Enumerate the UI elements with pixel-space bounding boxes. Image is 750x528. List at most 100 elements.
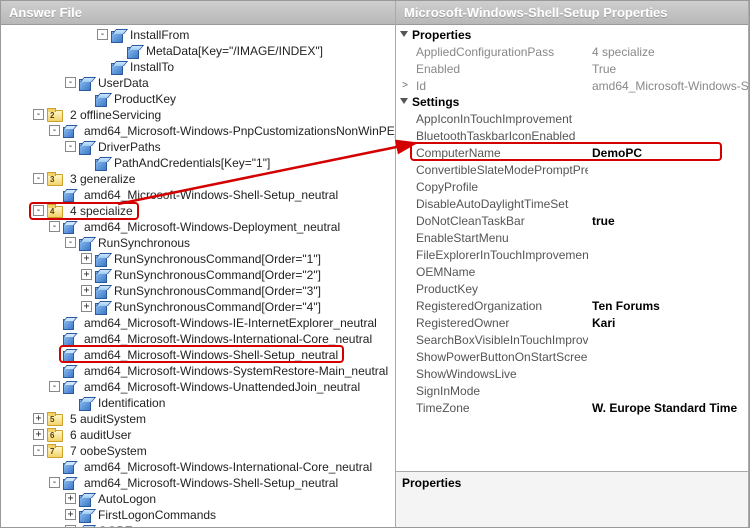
collapse-triangle-icon[interactable] xyxy=(400,98,408,104)
property-row[interactable]: ShowWindowsLive xyxy=(396,365,748,382)
tree-node-label[interactable]: InstallTo xyxy=(128,60,176,74)
tree-node[interactable]: - InstallFrom xyxy=(1,27,395,43)
collapse-icon[interactable]: - xyxy=(49,221,60,232)
property-row[interactable]: AppliedConfigurationPass4 specialize xyxy=(396,43,748,60)
tree-node[interactable]: + RunSynchronousCommand[Order="3"] xyxy=(1,283,395,299)
property-category[interactable]: Settings xyxy=(396,94,748,110)
tree-node[interactable]: PathAndCredentials[Key="1"] xyxy=(1,155,395,171)
tree-node-label[interactable]: amd64_Microsoft-Windows-PnpCustomization… xyxy=(82,124,395,138)
property-row[interactable]: DisableAutoDaylightTimeSet xyxy=(396,195,748,212)
tree-node-label[interactable]: DriverPaths xyxy=(96,140,163,154)
tree-node[interactable]: -33 generalize xyxy=(1,171,395,187)
tree-node[interactable]: - amd64_Microsoft-Windows-UnattendedJoin_… xyxy=(1,379,395,395)
tree-node-label[interactable]: amd64_Microsoft-Windows-Shell-Setup_neut… xyxy=(82,188,340,202)
collapse-icon[interactable]: - xyxy=(49,381,60,392)
row-expander-gutter[interactable]: > xyxy=(396,80,414,91)
tree-node-label[interactable]: Identification xyxy=(96,396,167,410)
tree-node[interactable]: +66 auditUser xyxy=(1,427,395,443)
property-value[interactable]: true xyxy=(588,214,748,228)
property-row[interactable]: RegisteredOwnerKari xyxy=(396,314,748,331)
tree-node[interactable]: + RunSynchronousCommand[Order="1"] xyxy=(1,251,395,267)
tree-node-label[interactable]: amd64_Microsoft-Windows-Shell-Setup_neut… xyxy=(82,476,340,490)
tree-node[interactable]: ProductKey xyxy=(1,91,395,107)
expand-icon[interactable]: + xyxy=(81,269,92,280)
property-row[interactable]: ConvertibleSlateModePromptPreference xyxy=(396,161,748,178)
tree-node[interactable]: amd64_Microsoft-Windows-Shell-Setup_neut… xyxy=(1,347,395,363)
tree-node[interactable]: Identification xyxy=(1,395,395,411)
tree-node-label[interactable]: amd64_Microsoft-Windows-International-Co… xyxy=(82,332,374,346)
property-row[interactable]: EnabledTrue xyxy=(396,60,748,77)
tree-node-label[interactable]: PathAndCredentials[Key="1"] xyxy=(112,156,272,170)
property-row[interactable]: ProductKey xyxy=(396,280,748,297)
tree-node-label[interactable]: 5 auditSystem xyxy=(68,412,148,426)
answer-file-tree[interactable]: - InstallFrom MetaData[Key="/IMAGE/INDEX"]… xyxy=(1,25,395,527)
collapse-icon[interactable]: - xyxy=(97,29,108,40)
tree-node[interactable]: MetaData[Key="/IMAGE/INDEX"] xyxy=(1,43,395,59)
expand-icon[interactable]: + xyxy=(65,525,76,527)
property-row[interactable]: CopyProfile xyxy=(396,178,748,195)
expand-icon[interactable]: + xyxy=(65,509,76,520)
tree-node[interactable]: +RunSynchronousCommand[Order="4"] xyxy=(1,299,395,315)
expand-icon[interactable]: + xyxy=(65,493,76,504)
tree-node-label[interactable]: UserData xyxy=(96,76,151,90)
tree-node-label[interactable]: MetaData[Key="/IMAGE/INDEX"] xyxy=(144,44,325,58)
property-row[interactable]: ShowPowerButtonOnStartScreen xyxy=(396,348,748,365)
tree-node-label[interactable]: 7 oobeSystem xyxy=(68,444,149,458)
tree-node[interactable]: amd64_Microsoft-Windows-IE-InternetExplo… xyxy=(1,315,395,331)
expand-icon[interactable]: + xyxy=(81,285,92,296)
property-row[interactable]: SearchBoxVisibleInTouchImprovement xyxy=(396,331,748,348)
collapse-icon[interactable]: - xyxy=(49,477,60,488)
collapse-icon[interactable]: - xyxy=(65,141,76,152)
tree-node-label[interactable]: FirstLogonCommands xyxy=(96,508,218,522)
property-value[interactable]: DemoPC xyxy=(588,146,748,160)
expand-icon[interactable]: + xyxy=(33,413,44,424)
tree-node-label[interactable]: RunSynchronousCommand[Order="1"] xyxy=(112,252,323,266)
properties-grid[interactable]: PropertiesAppliedConfigurationPass4 spec… xyxy=(396,25,748,471)
tree-node[interactable]: - amd64_Microsoft-Windows-Shell-Setup_neu… xyxy=(1,475,395,491)
collapse-icon[interactable]: - xyxy=(33,109,44,120)
tree-node-label[interactable]: amd64_Microsoft-Windows-IE-InternetExplo… xyxy=(82,316,379,330)
property-row[interactable]: DoNotCleanTaskBartrue xyxy=(396,212,748,229)
expand-icon[interactable]: + xyxy=(81,253,92,264)
tree-node[interactable]: + OOBE xyxy=(1,523,395,527)
tree-node[interactable]: + AutoLogon xyxy=(1,491,395,507)
tree-node[interactable]: -RunSynchronous xyxy=(1,235,395,251)
tree-node-label[interactable]: amd64_Microsoft-Windows-Shell-Setup_neut… xyxy=(82,348,340,362)
tree-node[interactable]: -UserData xyxy=(1,75,395,91)
tree-node-label[interactable]: 4 specialize xyxy=(68,204,135,218)
tree-node-label[interactable]: 6 auditUser xyxy=(68,428,133,442)
property-row[interactable]: ComputerNameDemoPC xyxy=(396,144,748,161)
tree-node-label[interactable]: amd64_Microsoft-Windows-Deployment_neutr… xyxy=(82,220,342,234)
tree-node-label[interactable]: InstallFrom xyxy=(128,28,191,42)
tree-node-label[interactable]: RunSynchronousCommand[Order="3"] xyxy=(112,284,323,298)
collapse-icon[interactable]: - xyxy=(33,205,44,216)
property-row[interactable]: BluetoothTaskbarIconEnabled xyxy=(396,127,748,144)
tree-node-label[interactable]: RunSynchronous xyxy=(96,236,192,250)
tree-node-label[interactable]: AutoLogon xyxy=(96,492,158,506)
tree-node[interactable]: -44 specialize xyxy=(1,203,395,219)
expand-icon[interactable]: + xyxy=(33,429,44,440)
property-value[interactable]: Ten Forums xyxy=(588,299,748,313)
tree-node-label[interactable]: RunSynchronousCommand[Order="4"] xyxy=(112,300,323,314)
collapse-icon[interactable]: - xyxy=(33,445,44,456)
tree-node-label[interactable]: amd64_Microsoft-Windows-UnattendedJoin_n… xyxy=(82,380,362,394)
tree-node[interactable]: - DriverPaths xyxy=(1,139,395,155)
tree-node-label[interactable]: 3 generalize xyxy=(68,172,137,186)
property-row[interactable]: EnableStartMenu xyxy=(396,229,748,246)
tree-node[interactable]: -77 oobeSystem xyxy=(1,443,395,459)
collapse-icon[interactable]: - xyxy=(33,173,44,184)
tree-node-label[interactable]: RunSynchronousCommand[Order="2"] xyxy=(112,268,323,282)
tree-node[interactable]: -22 offlineServicing xyxy=(1,107,395,123)
collapse-triangle-icon[interactable] xyxy=(400,31,408,37)
tree-node[interactable]: - amd64_Microsoft-Windows-Deployment_neut… xyxy=(1,219,395,235)
tree-node[interactable]: - amd64_Microsoft-Windows-PnpCustomizatio… xyxy=(1,123,395,139)
property-category[interactable]: Properties xyxy=(396,27,748,43)
tree-node[interactable]: + FirstLogonCommands xyxy=(1,507,395,523)
property-row[interactable]: SignInMode xyxy=(396,382,748,399)
collapse-icon[interactable]: - xyxy=(49,125,60,136)
property-row[interactable]: OEMName xyxy=(396,263,748,280)
tree-node-label[interactable]: OOBE xyxy=(96,524,135,527)
tree-node[interactable]: amd64_Microsoft-Windows-International-Co… xyxy=(1,459,395,475)
tree-node[interactable]: InstallTo xyxy=(1,59,395,75)
tree-node[interactable]: amd64_Microsoft-Windows-International-Co… xyxy=(1,331,395,347)
